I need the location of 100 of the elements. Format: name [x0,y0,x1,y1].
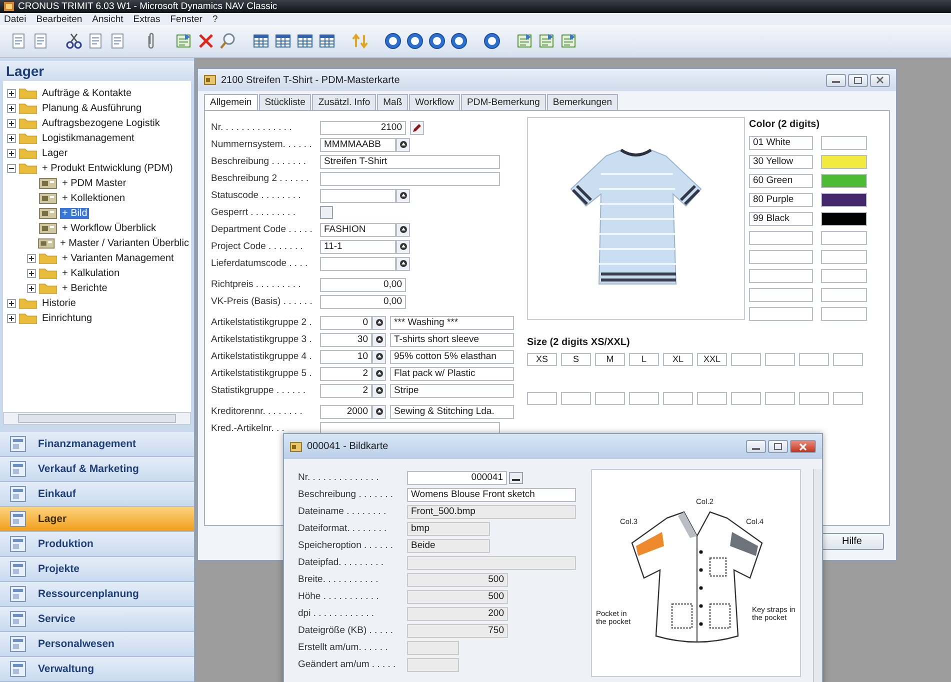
minimize-button[interactable] [746,440,766,453]
color-name-field[interactable]: 01 White [749,136,813,150]
menu-item[interactable]: Fenster [170,14,202,24]
color-name-field[interactable]: 60 Green [749,174,813,188]
lookup-button[interactable] [372,404,386,418]
module-button[interactable]: Projekte [0,557,194,582]
input-field[interactable] [663,392,693,405]
input-field[interactable]: 2 [320,384,372,398]
tree-item[interactable]: Lager [40,148,70,159]
module-button[interactable]: Personalwesen [0,632,194,657]
lookup-button[interactable] [372,332,386,346]
input-field[interactable] [731,392,761,405]
tree-item[interactable]: Auftragsbezogene Logistik [40,118,162,129]
assist-button[interactable] [509,472,523,484]
expand-toggle[interactable] [7,134,16,143]
input-field[interactable]: 0,00 [320,294,406,308]
vertical-scrollbar[interactable] [813,469,822,682]
expand-toggle[interactable] [7,89,16,98]
lookup-button[interactable] [396,240,410,254]
tree-item[interactable]: Aufträge & Kontakte [40,88,134,99]
input-field[interactable] [749,250,813,264]
input-field[interactable]: 10 [320,350,372,364]
input-field[interactable] [320,188,396,202]
lookup-button[interactable] [396,138,410,152]
menu-item[interactable]: Extras [133,14,160,24]
size-field[interactable]: XS [527,353,557,366]
expand-toggle[interactable] [27,269,36,278]
input-field[interactable]: 11-1 [320,240,396,254]
input-field[interactable] [833,392,863,405]
table-icon[interactable] [318,32,336,50]
input-field[interactable] [697,392,727,405]
input-field[interactable] [765,353,795,366]
lookup-button[interactable] [372,350,386,364]
input-field[interactable] [749,307,813,321]
edit-button[interactable] [410,120,424,134]
tab[interactable]: Allgemein [204,94,258,110]
expand-toggle[interactable] [27,254,36,263]
horizontal-scrollbar[interactable] [3,412,191,426]
size-field[interactable]: L [629,353,659,366]
tab[interactable]: Bemerkungen [546,94,618,110]
close-button[interactable] [790,440,816,453]
tree-item[interactable]: Logistikmanagement [40,133,136,144]
maximize-button[interactable] [768,440,788,453]
lookup-button[interactable] [372,384,386,398]
report-icon[interactable] [538,32,556,50]
input-field[interactable] [833,353,863,366]
tree-item[interactable]: Historie [40,298,78,309]
table-icon[interactable] [252,32,270,50]
input-field[interactable] [765,392,795,405]
size-field[interactable]: XL [663,353,693,366]
input-field[interactable] [749,269,813,283]
input-field[interactable] [320,256,396,270]
expand-toggle[interactable] [7,299,16,308]
input-field[interactable] [749,288,813,302]
tree-item[interactable]: + Workflow Überblick [60,223,158,234]
module-button[interactable]: Verkauf & Marketing [0,457,194,482]
menu-item[interactable]: ? [212,14,218,24]
color-name-field[interactable]: 80 Purple [749,193,813,207]
input-field[interactable]: 2100 [320,120,406,134]
checkbox[interactable] [320,206,333,219]
input-field[interactable] [561,392,591,405]
scissors-icon[interactable] [65,32,83,50]
minimize-button[interactable] [826,74,846,86]
color-name-field[interactable]: 30 Yellow [749,155,813,169]
color-name-field[interactable]: 99 Black [749,212,813,226]
size-field[interactable]: XXL [697,353,727,366]
input-field[interactable] [799,353,829,366]
expand-toggle[interactable] [7,164,16,173]
tree-item[interactable]: Planung & Ausführung [40,103,144,114]
module-button[interactable]: Service [0,607,194,632]
report-icon[interactable] [560,32,578,50]
input-field[interactable]: 0,00 [320,278,406,292]
tree-item[interactable]: + PDM Master [60,178,128,189]
table-icon[interactable] [296,32,314,50]
help-button[interactable]: Hilfe [820,533,884,550]
lookup-button[interactable] [396,188,410,202]
tab[interactable]: Zusätzl. Info [312,94,376,110]
lookup-button[interactable] [372,366,386,380]
input-field[interactable]: FASHION [320,222,396,236]
tab[interactable]: Maß [377,94,408,110]
expand-toggle[interactable] [7,104,16,113]
input-field[interactable]: Streifen T-Shirt [320,154,500,168]
tree-item[interactable]: + Produkt Entwicklung (PDM) [40,163,175,174]
expand-toggle[interactable] [7,149,16,158]
menu-item[interactable]: Ansicht [92,14,124,24]
module-button[interactable]: Ressourcenplanung [0,582,194,607]
input-field[interactable] [320,172,500,186]
tree-item[interactable]: + Kollektionen [60,193,128,204]
input-field[interactable]: 0 [320,316,372,330]
input-field[interactable]: Womens Blouse Front sketch [407,488,576,502]
input-field[interactable] [749,231,813,245]
input-field[interactable] [799,392,829,405]
expand-toggle[interactable] [7,314,16,323]
close-button[interactable] [870,74,890,86]
lookup-button[interactable] [396,256,410,270]
input-field[interactable]: 30 [320,332,372,346]
tree-item[interactable]: + Kalkulation [60,268,122,279]
menu-item[interactable]: Bearbeiten [36,14,82,24]
module-button[interactable]: Verwaltung [0,657,194,682]
expand-toggle[interactable] [27,284,36,293]
